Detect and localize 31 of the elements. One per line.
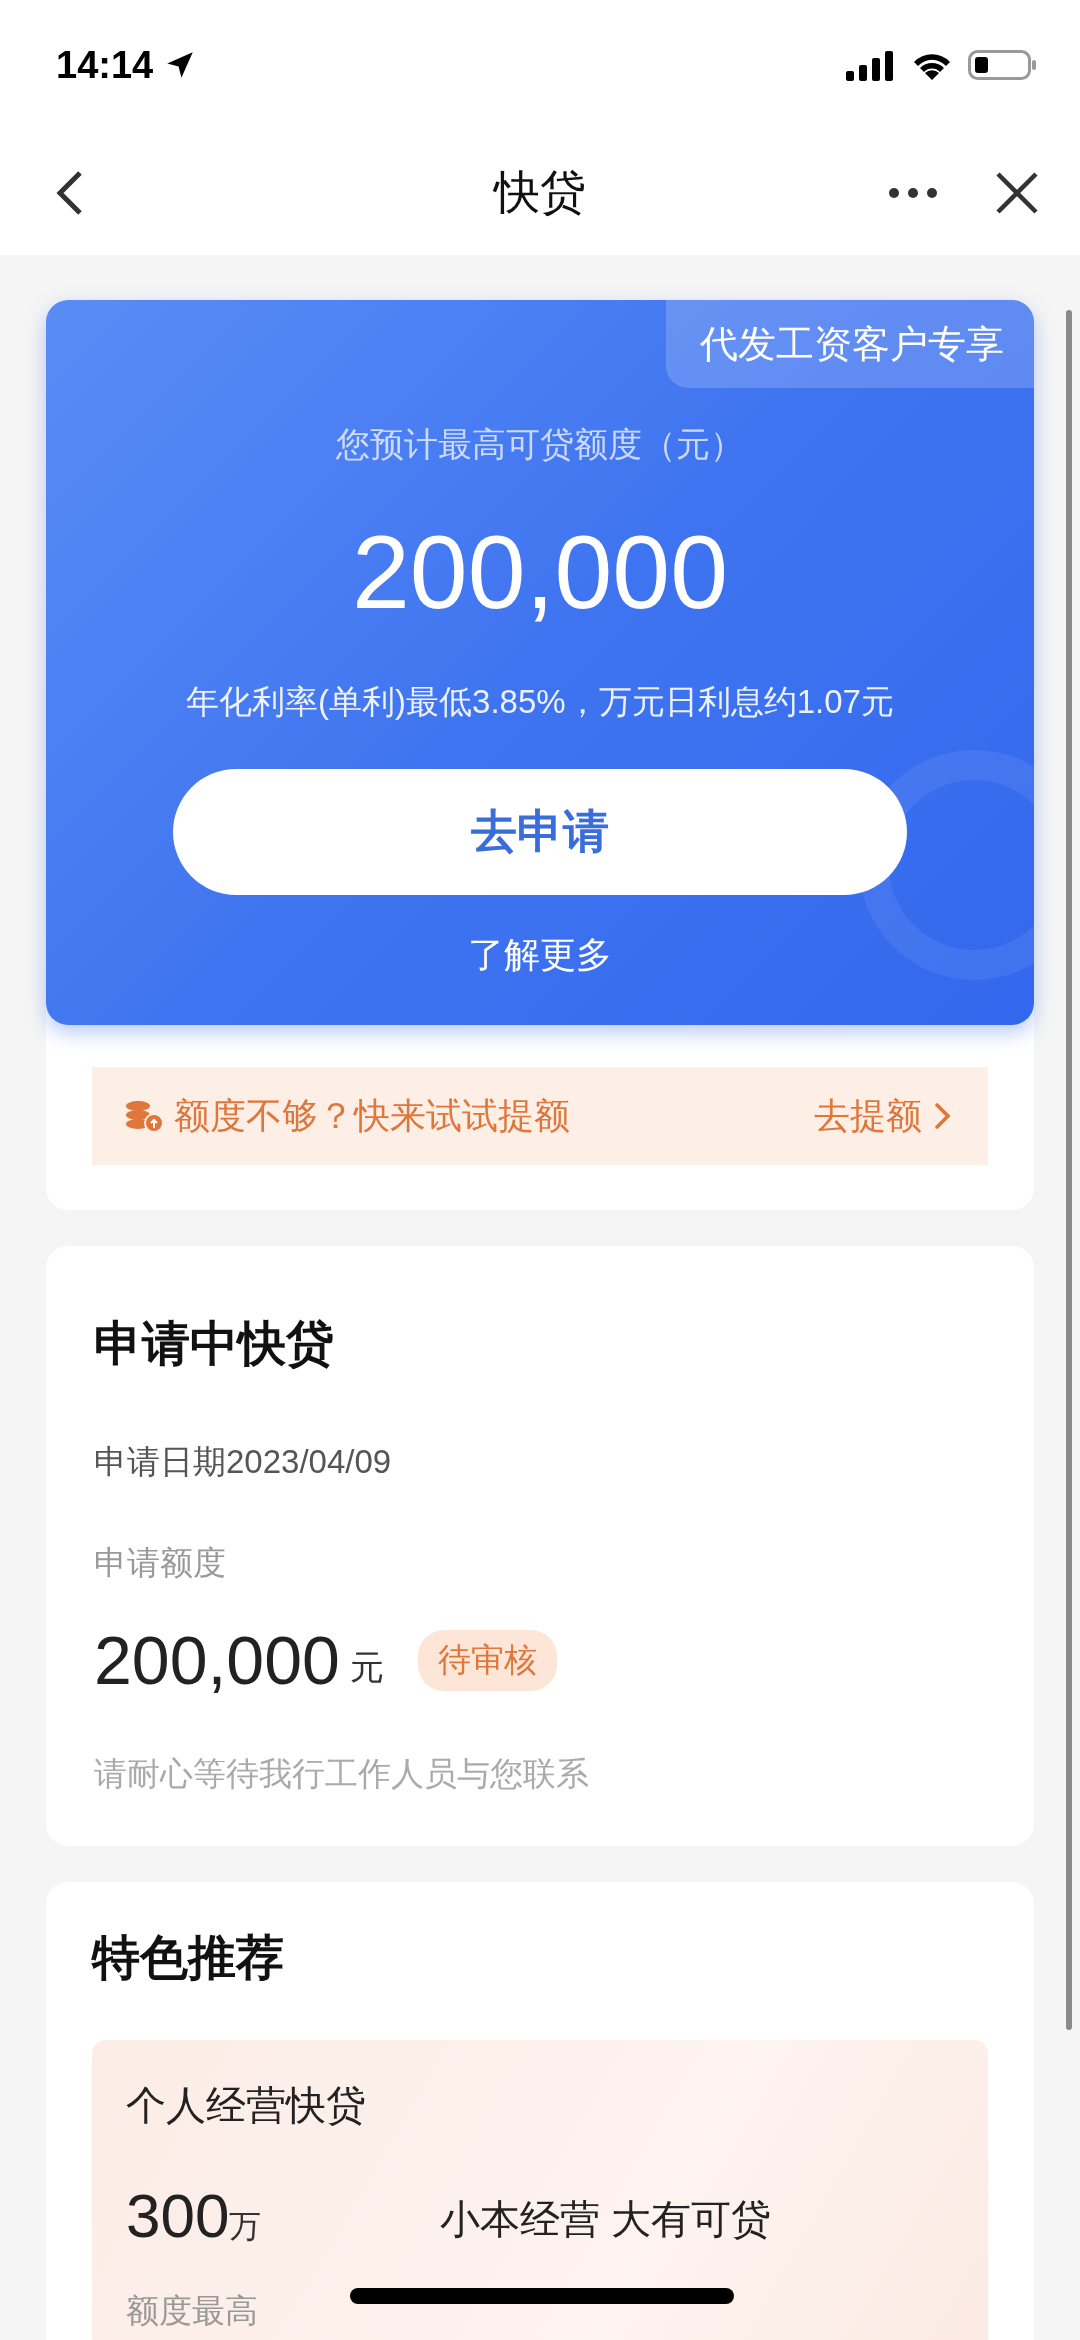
status-badge: 待审核 — [417, 1629, 557, 1691]
product-name: 个人经营快贷 — [126, 2082, 367, 2129]
coins-icon — [124, 1099, 164, 1133]
close-button[interactable] — [994, 169, 1040, 216]
apply-button[interactable]: 去申请 — [173, 769, 907, 895]
rate-note: 年化利率(单利)最低3.85%，万元日利息约1.07元 — [186, 682, 894, 722]
section-title: 申请中快贷 — [94, 1316, 335, 1372]
amount-label: 申请额度 — [94, 1543, 227, 1583]
application-date: 申请日期2023/04/09 — [94, 1442, 393, 1482]
banner-text: 额度不够？快来试试提额 — [174, 1093, 571, 1138]
chevron-right-icon — [932, 1100, 952, 1132]
product-card[interactable]: 个人经营快贷 300万 小本经营 大有可贷 额度最高 — [92, 2040, 988, 2340]
quota-label: 您预计最高可贷额度（元） — [336, 424, 744, 465]
amount-unit: 万 — [229, 2208, 262, 2244]
signal-icon — [846, 49, 896, 81]
learn-more-link[interactable]: 了解更多 — [468, 931, 612, 980]
increase-quota-banner[interactable]: 额度不够？快来试试提额 去提额 — [92, 1067, 988, 1165]
battery-icon — [968, 49, 1038, 81]
page-title: 快贷 — [494, 164, 586, 220]
application-amount: 200,000 — [94, 1621, 340, 1700]
waiting-note: 请耐心等待我行工作人员与您联系 — [94, 1754, 590, 1794]
max-amount-label: 额度最高 — [126, 2291, 259, 2331]
product-slogan: 小本经营 大有可贷 — [440, 2196, 773, 2243]
more-button[interactable] — [888, 185, 938, 200]
status-time: 14:14 — [56, 43, 154, 87]
quota-amount: 200,000 — [352, 513, 728, 632]
customer-badge: 代发工资客户专享 — [666, 300, 1034, 388]
increase-quota-link[interactable]: 去提额 — [814, 1091, 952, 1141]
max-amount: 300 — [126, 2181, 230, 2250]
section-title: 特色推荐 — [92, 1930, 285, 1986]
currency-unit: 元 — [349, 1647, 384, 1688]
